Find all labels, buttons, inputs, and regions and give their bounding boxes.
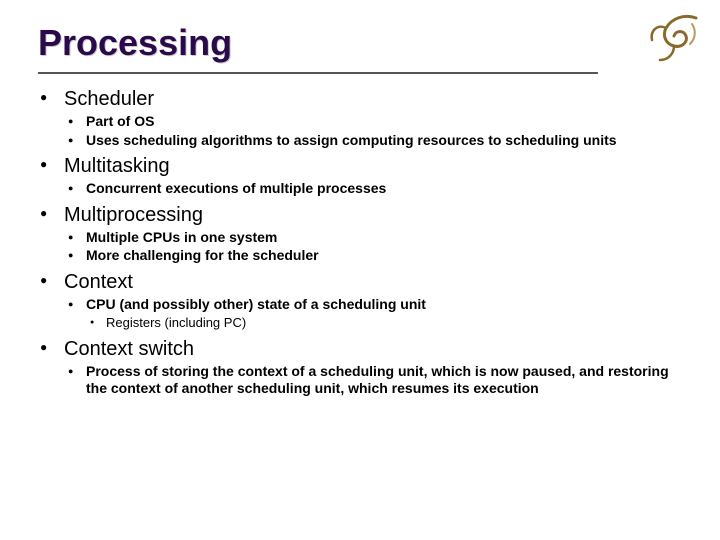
flourish-icon bbox=[644, 10, 704, 70]
list-item: Scheduler Part of OS Uses scheduling alg… bbox=[38, 88, 692, 149]
title-underline bbox=[38, 72, 598, 74]
bullet-label: Multitasking bbox=[64, 155, 170, 177]
list-item: Uses scheduling algorithms to assign com… bbox=[64, 132, 692, 150]
bullet-list: Scheduler Part of OS Uses scheduling alg… bbox=[38, 88, 692, 398]
bullet-label: Context bbox=[64, 271, 133, 293]
list-item: Concurrent executions of multiple proces… bbox=[64, 180, 692, 198]
slide: Processing Scheduler Part of OS Uses sch… bbox=[0, 0, 720, 540]
list-item: CPU (and possibly other) state of a sche… bbox=[64, 296, 692, 332]
list-item: More challenging for the scheduler bbox=[64, 247, 692, 265]
list-item: Context CPU (and possibly other) state o… bbox=[38, 271, 692, 332]
list-item: Process of storing the context of a sche… bbox=[64, 363, 692, 398]
bullet-label: Context switch bbox=[64, 338, 194, 360]
bullet-label: CPU (and possibly other) state of a sche… bbox=[86, 296, 426, 312]
list-item: Multiprocessing Multiple CPUs in one sys… bbox=[38, 204, 692, 265]
list-item: Registers (including PC) bbox=[86, 315, 692, 332]
bullet-label: Scheduler bbox=[64, 88, 154, 110]
bullet-label: Multiprocessing bbox=[64, 204, 203, 226]
list-item: Multitasking Concurrent executions of mu… bbox=[38, 155, 692, 198]
list-item: Multiple CPUs in one system bbox=[64, 229, 692, 247]
slide-title: Processing bbox=[38, 22, 692, 64]
list-item: Part of OS bbox=[64, 113, 692, 131]
list-item: Context switch Process of storing the co… bbox=[38, 338, 692, 398]
